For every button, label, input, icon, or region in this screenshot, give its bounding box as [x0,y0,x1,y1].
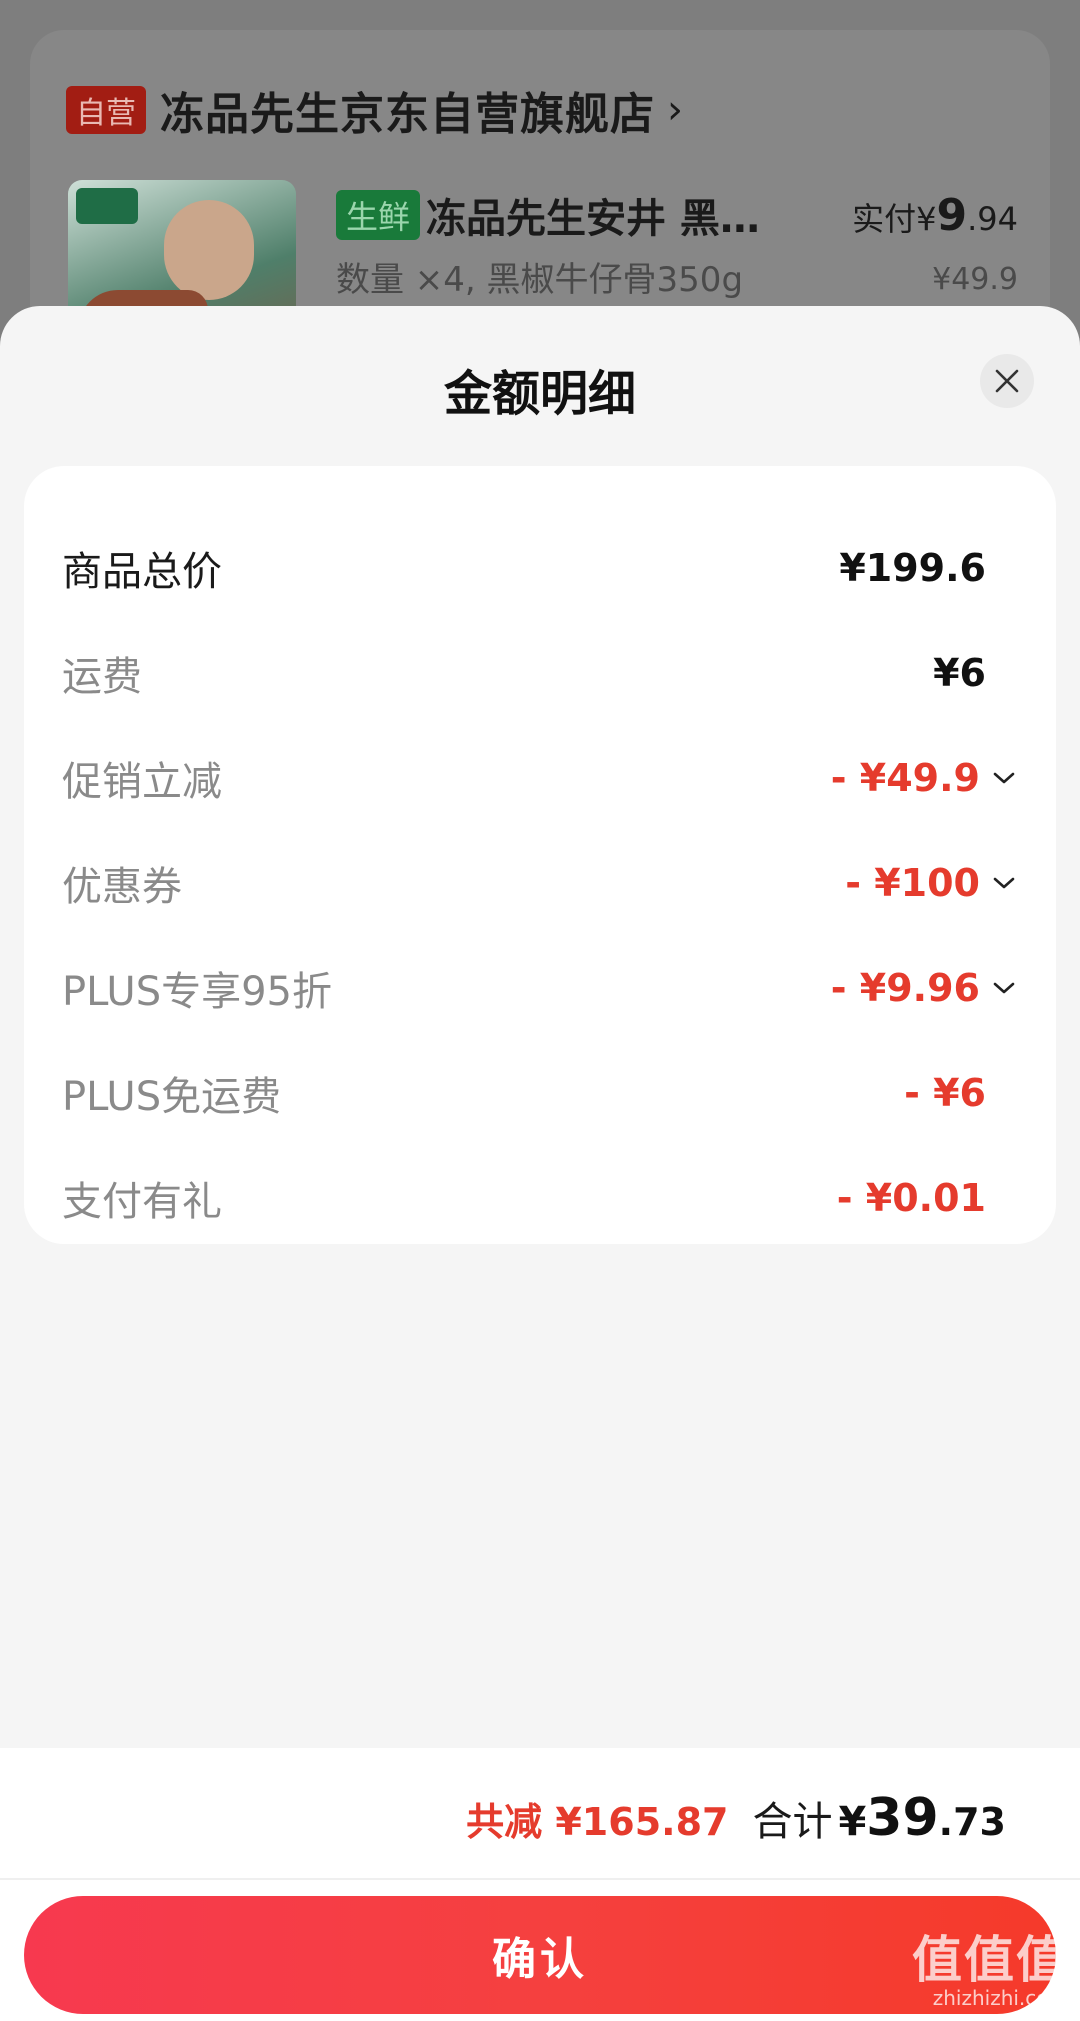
detail-card: 商品总价 ¥199.6 运费 ¥6 促销立减 - ¥49.9 优惠券 - ¥10… [24,466,1056,1244]
total-decimal: .73 [938,1800,1006,1844]
confirm-button[interactable]: 确认 [24,1896,1056,2014]
detail-label: 商品总价 [62,549,222,595]
chevron-down-icon[interactable] [986,970,1022,1006]
close-button[interactable] [980,354,1034,408]
detail-label: PLUS免运费 [62,1074,282,1120]
detail-row-shipping: 运费 ¥6 [62,643,1022,703]
store-name[interactable]: 冻品先生京东自营旗舰店 [160,78,655,142]
total-currency: ¥ [838,1799,867,1845]
total-label: 合计 [752,1799,833,1845]
detail-row-payment-gift: 支付有礼 - ¥0.01 [62,1168,1022,1228]
product-title[interactable]: 冻品先生安井 黑… [426,186,760,244]
detail-row-plus-discount[interactable]: PLUS专享95折 - ¥9.96 [62,958,1022,1018]
detail-value: - ¥0.01 [836,1176,986,1220]
detail-row-plus-free-shipping: PLUS免运费 - ¥6 [62,1063,1022,1123]
detail-row-coupon[interactable]: 优惠券 - ¥100 [62,853,1022,913]
store-row[interactable]: 自营 冻品先生京东自营旗舰店 › [66,78,683,142]
chevron-right-icon: › [667,87,683,133]
detail-label: 运费 [62,654,142,700]
product-spec: 数量 ×4, 黑椒牛仔骨350g [336,260,744,300]
total-saved: 共减 ¥165.87 [466,1800,729,1844]
detail-value: - ¥9.96 [830,966,980,1010]
detail-value: - ¥6 [904,1071,986,1115]
self-operated-badge: 自营 [66,86,146,134]
fresh-tag: 生鲜 [336,190,421,240]
detail-row-subtotal: 商品总价 ¥199.6 [62,538,1022,598]
close-icon [995,369,1019,393]
total-integer: 39 [866,1788,939,1848]
chevron-down-icon[interactable] [986,865,1022,901]
watermark: 值值值 zhizhizhi.com [912,1931,1068,2010]
divider [0,1878,1080,1880]
chevron-down-icon[interactable] [986,760,1022,796]
original-price: ¥49.9 [932,262,1018,297]
detail-value: ¥199.6 [839,546,986,590]
detail-value: - ¥49.9 [830,756,980,800]
detail-label: 优惠券 [62,864,182,910]
total-summary: 共减 ¥165.87 合计 ¥ 39 .73 [466,1788,1006,1848]
detail-label: 促销立减 [62,759,222,805]
detail-label: PLUS专享95折 [62,969,332,1015]
paid-amount: 实付¥9.94 [852,190,1018,241]
sheet-title: 金额明细 [443,366,636,422]
detail-value: - ¥100 [845,861,980,905]
detail-row-promotion[interactable]: 促销立减 - ¥49.9 [62,748,1022,808]
detail-label: 支付有礼 [62,1179,222,1225]
detail-value: ¥6 [933,651,986,695]
